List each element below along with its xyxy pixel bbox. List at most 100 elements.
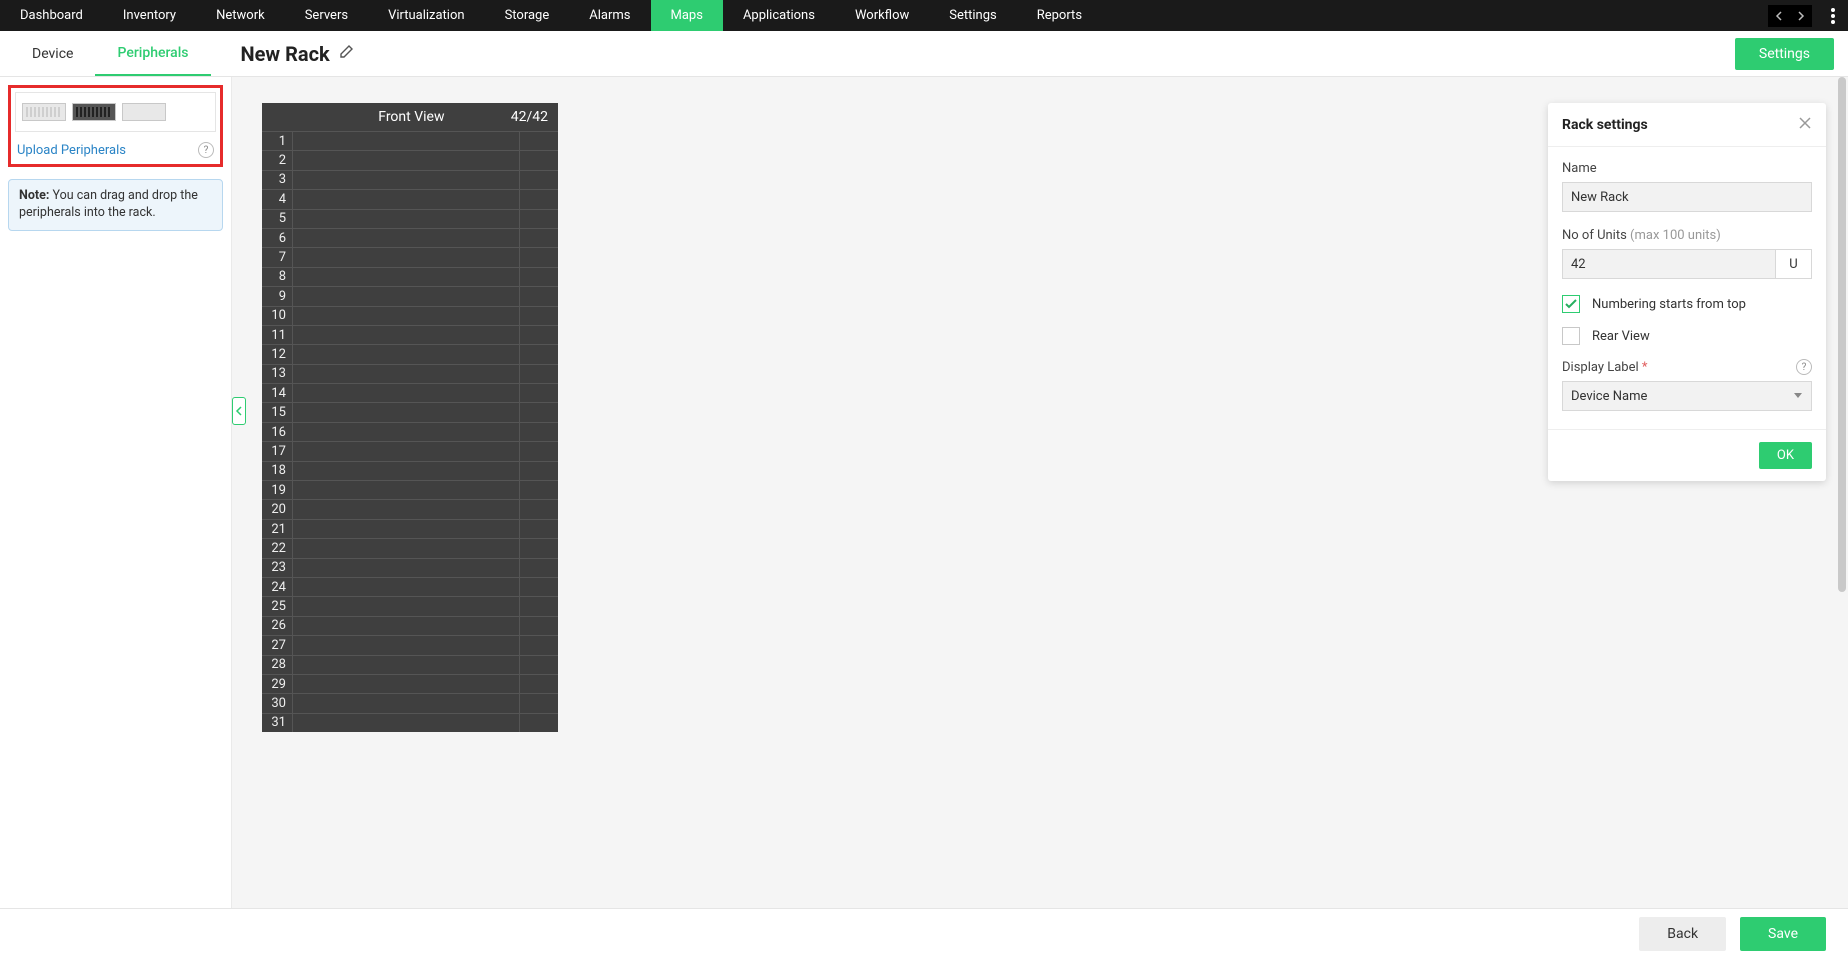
rack-unit-slot[interactable]	[292, 559, 520, 577]
tab-device[interactable]: Device	[10, 31, 95, 76]
rack-unit-row[interactable]: 9	[262, 286, 558, 305]
vertical-scrollbar[interactable]	[1836, 77, 1846, 908]
collapse-sidebar-button[interactable]	[232, 397, 246, 425]
rack-unit-row[interactable]: 28	[262, 655, 558, 674]
numbering-from-top-checkbox[interactable]: Numbering starts from top	[1562, 295, 1812, 313]
peripheral-item-2[interactable]	[72, 103, 116, 121]
rack-unit-slot[interactable]	[292, 442, 520, 460]
rack-unit-row[interactable]: 26	[262, 616, 558, 635]
rack-unit-row[interactable]: 10	[262, 306, 558, 325]
help-icon[interactable]: ?	[1796, 359, 1812, 375]
nav-item-inventory[interactable]: Inventory	[103, 0, 196, 31]
rack-unit-number: 1	[262, 134, 292, 149]
settings-button[interactable]: Settings	[1735, 38, 1834, 70]
nav-item-maps[interactable]: Maps	[651, 0, 723, 31]
rack-unit-row[interactable]: 13	[262, 364, 558, 383]
rear-view-checkbox[interactable]: Rear View	[1562, 327, 1812, 345]
rack-unit-slot[interactable]	[292, 190, 520, 208]
rack-unit-row[interactable]: 17	[262, 441, 558, 460]
rack-unit-row[interactable]: 7	[262, 247, 558, 266]
rack-unit-row[interactable]: 23	[262, 558, 558, 577]
rack-unit-slot[interactable]	[292, 365, 520, 383]
nav-item-servers[interactable]: Servers	[285, 0, 368, 31]
rack-unit-slot[interactable]	[292, 617, 520, 635]
rack-unit-row[interactable]: 16	[262, 422, 558, 441]
rack-unit-slot[interactable]	[292, 597, 520, 615]
display-label-select[interactable]: Device Name	[1562, 381, 1812, 411]
nav-forward-button[interactable]	[1790, 5, 1812, 27]
rack-unit-row[interactable]: 1	[262, 131, 558, 150]
rack-unit-row[interactable]: 14	[262, 383, 558, 402]
rack-unit-slot[interactable]	[292, 210, 520, 228]
nav-item-network[interactable]: Network	[196, 0, 285, 31]
rack-unit-slot[interactable]	[292, 307, 520, 325]
help-icon[interactable]: ?	[198, 142, 214, 158]
rack-unit-row[interactable]: 31	[262, 713, 558, 732]
rack-unit-row[interactable]: 4	[262, 189, 558, 208]
rack-unit-slot[interactable]	[292, 248, 520, 266]
nav-item-workflow[interactable]: Workflow	[835, 0, 929, 31]
upload-peripherals-link[interactable]: Upload Peripherals	[17, 143, 126, 158]
edit-title-icon[interactable]	[338, 44, 354, 64]
rack-unit-row[interactable]: 29	[262, 674, 558, 693]
rack-unit-row[interactable]: 19	[262, 480, 558, 499]
rack-unit-row[interactable]: 2	[262, 150, 558, 169]
rack-unit-slot[interactable]	[292, 656, 520, 674]
peripheral-item-1[interactable]	[22, 103, 66, 121]
rack-unit-row[interactable]: 30	[262, 693, 558, 712]
close-icon[interactable]	[1798, 115, 1812, 134]
rack-unit-row[interactable]: 15	[262, 402, 558, 421]
rack-unit-slot[interactable]	[292, 229, 520, 247]
rack-unit-slot[interactable]	[292, 345, 520, 363]
rack-unit-row[interactable]: 21	[262, 519, 558, 538]
rack-unit-slot[interactable]	[292, 151, 520, 169]
rack-unit-row[interactable]: 20	[262, 499, 558, 518]
peripheral-item-3[interactable]	[122, 103, 166, 121]
rack-unit-slot[interactable]	[292, 520, 520, 538]
rack-unit-slot[interactable]	[292, 636, 520, 654]
rack-unit-row[interactable]: 22	[262, 538, 558, 557]
rack-unit-slot[interactable]	[292, 481, 520, 499]
rack-unit-slot[interactable]	[292, 462, 520, 480]
nav-back-button[interactable]	[1768, 5, 1790, 27]
nav-item-virtualization[interactable]: Virtualization	[368, 0, 485, 31]
rack-unit-number: 3	[262, 172, 292, 187]
back-button[interactable]: Back	[1639, 917, 1726, 951]
nav-item-reports[interactable]: Reports	[1017, 0, 1102, 31]
rack-unit-row[interactable]: 11	[262, 325, 558, 344]
name-input[interactable]	[1562, 182, 1812, 212]
rack-unit-slot[interactable]	[292, 326, 520, 344]
more-menu-button[interactable]	[1818, 0, 1848, 31]
rack-unit-row[interactable]: 24	[262, 577, 558, 596]
rack-unit-row[interactable]: 27	[262, 635, 558, 654]
rack-unit-slot[interactable]	[292, 423, 520, 441]
nav-item-settings[interactable]: Settings	[929, 0, 1016, 31]
nav-item-alarms[interactable]: Alarms	[569, 0, 650, 31]
rack-unit-slot[interactable]	[292, 171, 520, 189]
nav-item-applications[interactable]: Applications	[723, 0, 835, 31]
rack-unit-slot[interactable]	[292, 714, 520, 732]
nav-item-dashboard[interactable]: Dashboard	[0, 0, 103, 31]
rack-unit-row[interactable]: 6	[262, 228, 558, 247]
rack-unit-row[interactable]: 12	[262, 344, 558, 363]
rack-unit-slot[interactable]	[292, 539, 520, 557]
rack-unit-row[interactable]: 5	[262, 209, 558, 228]
rack-unit-row[interactable]: 8	[262, 267, 558, 286]
rack-unit-slot[interactable]	[292, 403, 520, 421]
rack-unit-slot[interactable]	[292, 500, 520, 518]
tab-peripherals[interactable]: Peripherals	[95, 31, 210, 76]
rack-unit-slot[interactable]	[292, 675, 520, 693]
rack-unit-slot[interactable]	[292, 578, 520, 596]
rack-unit-slot[interactable]	[292, 268, 520, 286]
rack-unit-slot[interactable]	[292, 384, 520, 402]
rack-unit-row[interactable]: 25	[262, 596, 558, 615]
rack-unit-row[interactable]: 18	[262, 461, 558, 480]
rack-unit-row[interactable]: 3	[262, 170, 558, 189]
rack-unit-slot[interactable]	[292, 694, 520, 712]
nav-item-storage[interactable]: Storage	[485, 0, 570, 31]
ok-button[interactable]: OK	[1759, 442, 1812, 469]
units-input[interactable]	[1562, 249, 1776, 279]
save-button[interactable]: Save	[1740, 917, 1826, 951]
rack-unit-slot[interactable]	[292, 132, 520, 150]
rack-unit-slot[interactable]	[292, 287, 520, 305]
